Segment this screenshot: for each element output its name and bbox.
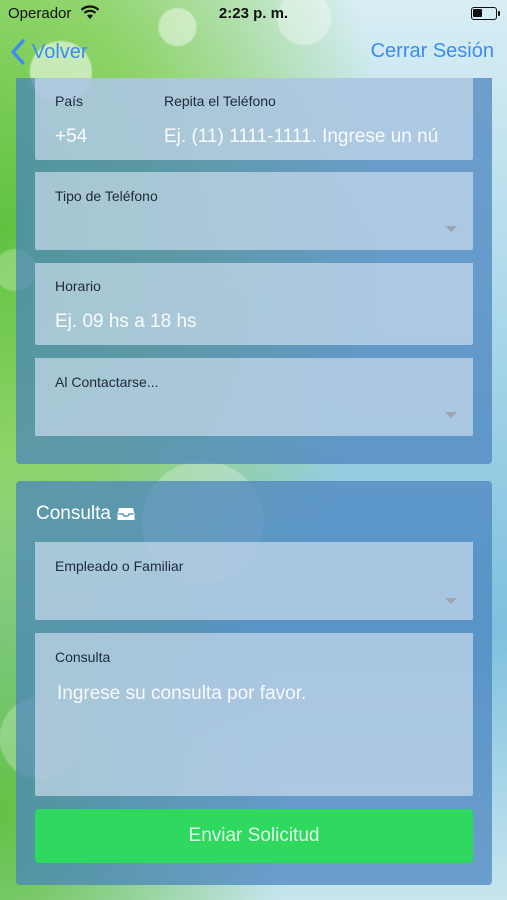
employee-label: Empleado o Familiar — [55, 558, 184, 574]
phone-type-select[interactable]: Tipo de Teléfono — [35, 172, 473, 250]
chevron-down-icon — [445, 598, 457, 604]
back-label: Volver — [32, 40, 88, 63]
chevron-left-icon — [11, 39, 25, 65]
schedule-input[interactable]: Horario Ej. 09 hs a 18 hs — [35, 263, 473, 345]
section-title: Consulta — [36, 503, 135, 525]
submit-button[interactable]: Enviar Solicitud — [35, 809, 473, 863]
employee-select[interactable]: Empleado o Familiar — [35, 542, 473, 620]
query-placeholder: Ingrese su consulta por favor. — [57, 683, 307, 704]
chevron-down-icon — [445, 412, 457, 418]
clock: 2:23 p. m. — [218, 5, 289, 22]
country-label: País — [55, 93, 84, 109]
query-title: Consulta — [36, 503, 111, 524]
phone-row: País +54 Repita el Teléfono Ej. (11) 111… — [35, 78, 473, 160]
repeat-phone-input[interactable]: Ej. (11) 1111-1111. Ingrese un nú — [164, 126, 454, 148]
on-contact-select[interactable]: Al Contactarse... — [35, 358, 473, 436]
contact-card: País +54 Repita el Teléfono Ej. (11) 111… — [16, 78, 492, 464]
query-card: Consulta Empleado o Familiar Consulta In… — [16, 481, 492, 885]
navigation-bar: Volver Cerrar Sesión — [0, 28, 507, 78]
phone-type-label: Tipo de Teléfono — [55, 188, 158, 204]
battery-icon — [471, 7, 500, 20]
status-bar: Operador 2:23 p. m. — [0, 0, 507, 28]
schedule-label: Horario — [55, 278, 101, 294]
repeat-phone-label: Repita el Teléfono — [164, 93, 276, 109]
query-label: Consulta — [55, 649, 111, 665]
inbox-icon — [117, 508, 135, 520]
query-textarea[interactable]: Consulta Ingrese su consulta por favor. — [35, 633, 473, 796]
country-code-input[interactable]: +54 — [55, 126, 87, 148]
on-contact-label: Al Contactarse... — [55, 374, 159, 390]
back-button[interactable]: Volver — [8, 36, 88, 68]
logout-button[interactable]: Cerrar Sesión — [371, 40, 494, 63]
schedule-placeholder: Ej. 09 hs a 18 hs — [55, 311, 197, 332]
chevron-down-icon — [445, 226, 457, 232]
